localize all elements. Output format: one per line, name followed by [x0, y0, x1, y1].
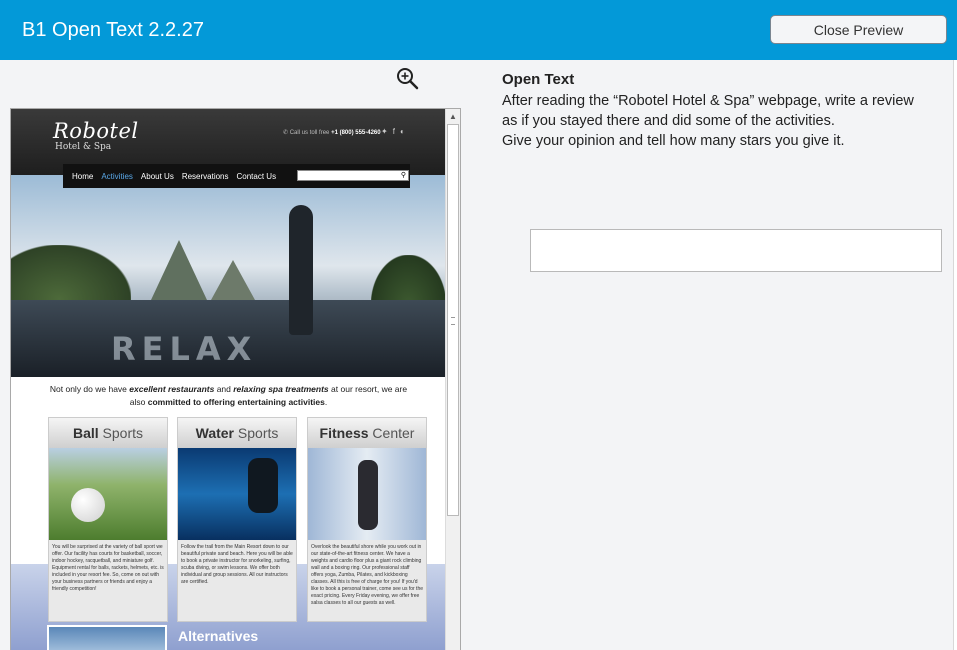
card-title: Fitness Center — [308, 418, 426, 448]
intro-text: Not only do we have excellent restaurant… — [49, 384, 408, 407]
hotel-logo-subtitle: Hotel & Spa — [55, 142, 112, 152]
alternatives-image — [47, 625, 167, 650]
hotel-logo: Robotel — [53, 119, 139, 143]
scroll-thumb[interactable] — [447, 124, 459, 516]
grip-icon — [451, 317, 455, 325]
preview-scrollbar[interactable]: ▲ — [445, 109, 460, 650]
nav-home: Home — [72, 171, 94, 181]
site-nav: Home Activities About Us Reservations Co… — [63, 164, 410, 188]
scroll-up-arrow-icon[interactable]: ▲ — [446, 109, 460, 124]
nav-reservations: Reservations — [181, 171, 229, 181]
site-search-box: ⚲ — [297, 170, 409, 181]
nav-about-us: About Us — [140, 171, 174, 181]
contact-label: Call us toll free — [289, 130, 330, 136]
hero-word: RELAX — [111, 330, 258, 368]
card-title: Ball Sports — [49, 418, 167, 448]
card-water-sports: Water Sports Follow the trail from the M… — [177, 417, 297, 622]
alternatives-title: Alternatives — [178, 628, 259, 644]
rss-icon: ◐ — [399, 127, 410, 136]
webpage-image: Robotel Hotel & Spa ✆ Call us toll free … — [11, 109, 446, 650]
right-panel-edge — [953, 60, 957, 650]
answer-input[interactable] — [530, 229, 942, 272]
golf-ball-image — [49, 448, 167, 540]
search-icon: ⚲ — [400, 172, 406, 179]
close-preview-button[interactable]: Close Preview — [770, 15, 947, 44]
task-instruction-line-3: Give your opinion and tell how many star… — [502, 133, 845, 149]
card-text: You will be surprised at the variety of … — [52, 544, 164, 592]
hero-image: RELAX — [11, 175, 446, 377]
task-instruction-line-1: After reading the “Robotel Hotel & Spa” … — [502, 93, 914, 109]
nav-contact-us: Contact Us — [236, 171, 277, 181]
webpage-preview-frame[interactable]: Robotel Hotel & Spa ✆ Call us toll free … — [10, 108, 461, 650]
scuba-diver-image — [178, 448, 296, 540]
gym-image — [308, 448, 426, 540]
card-text: Follow the trail from the Main Resort do… — [181, 544, 293, 585]
task-instruction-line-2: as if you stayed there and did some of t… — [502, 113, 835, 129]
contact-phone: +1 (800) 555-4260 — [331, 130, 381, 136]
zoom-in-icon[interactable] — [396, 67, 420, 91]
card-fitness-center: Fitness Center Overlook the beautiful sh… — [307, 417, 427, 622]
yoga-silhouette — [289, 205, 313, 335]
nav-activities: Activities — [101, 171, 133, 181]
social-links: ✦f◐ — [381, 127, 410, 136]
phone-icon: ✆ — [283, 130, 289, 136]
task-title: Open Text — [502, 71, 575, 88]
card-ball-sports: Ball Sports You will be surprised at the… — [48, 417, 168, 622]
top-bar: B1 Open Text 2.2.27 Close Preview — [0, 0, 957, 60]
app-title: B1 Open Text 2.2.27 — [22, 19, 204, 41]
facebook-icon: f — [392, 127, 400, 136]
contact-info: ✆ Call us toll free +1 (800) 555-4260 — [283, 129, 381, 136]
card-text: Overlook the beautiful shore while you w… — [311, 544, 424, 606]
card-title: Water Sports — [178, 418, 296, 448]
twitter-icon: ✦ — [381, 127, 393, 136]
